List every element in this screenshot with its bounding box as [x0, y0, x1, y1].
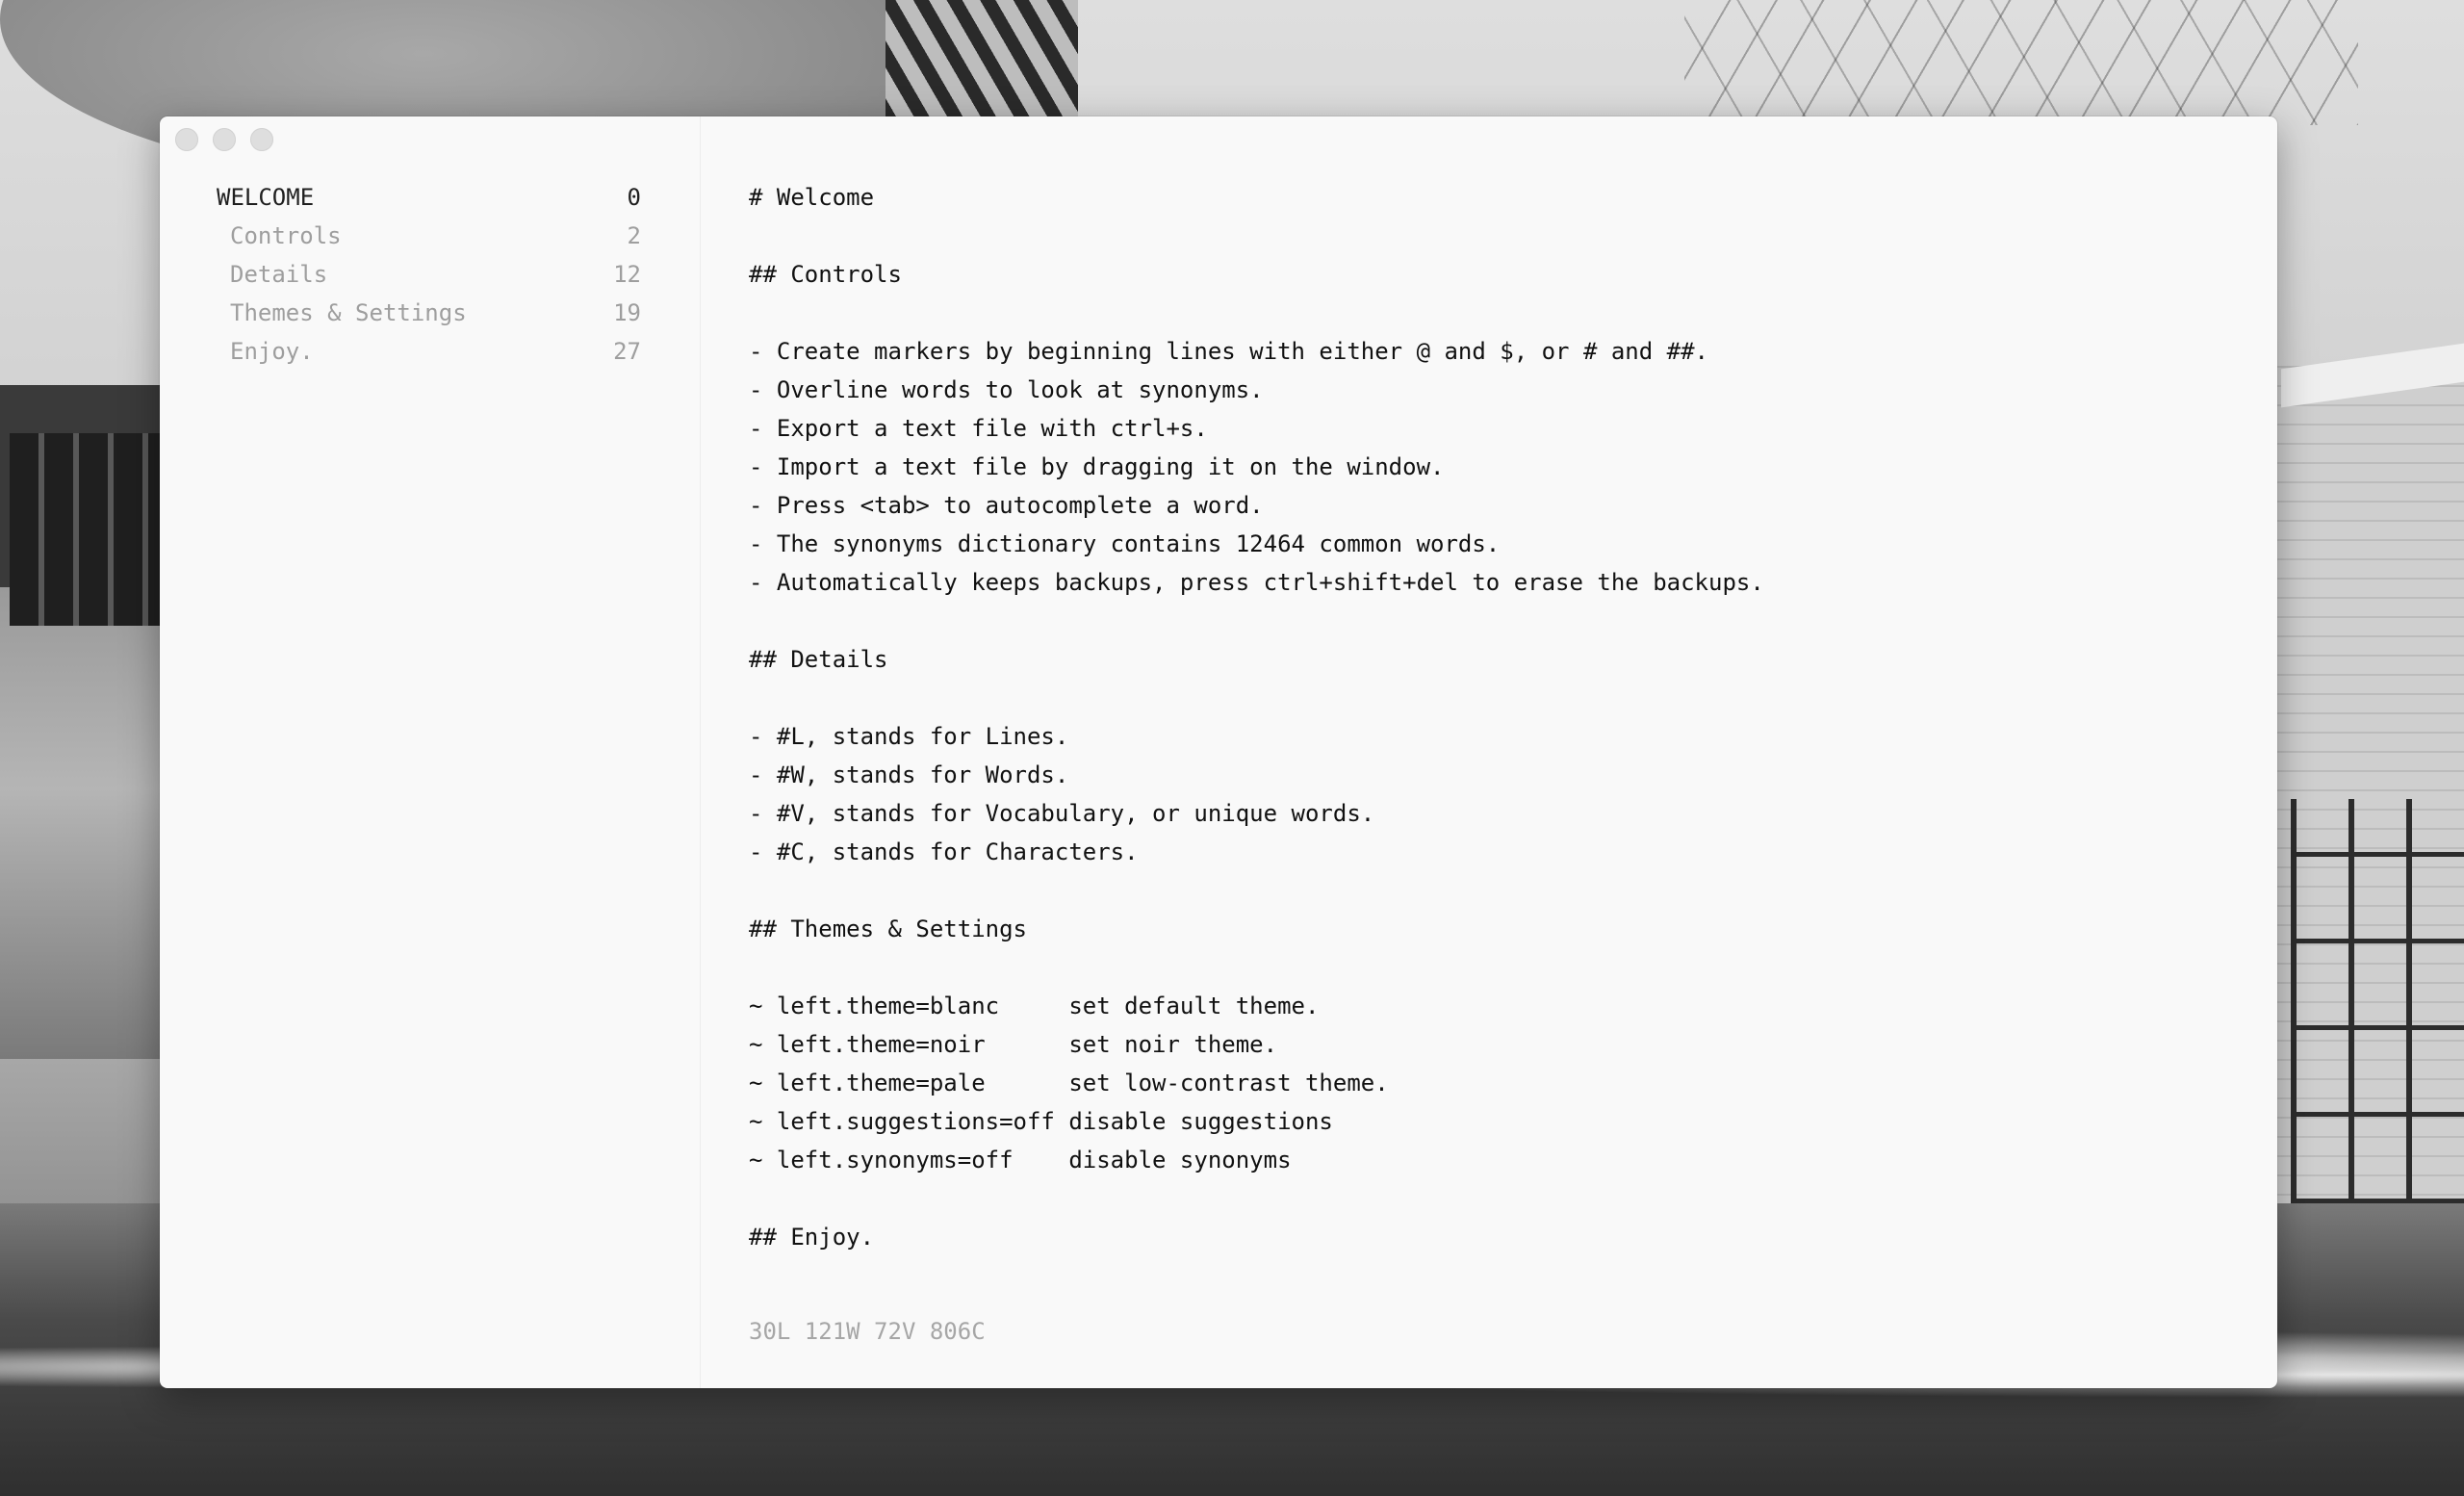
text-line: - Create markers by beginning lines with…: [749, 338, 1708, 365]
heading-line: ## Controls: [749, 261, 902, 288]
text-line: ~ left.theme=pale set low-contrast theme…: [749, 1070, 1389, 1096]
marker-line-number: 2: [627, 222, 641, 249]
text-editor[interactable]: # Welcome ## Controls - Create markers by …: [701, 116, 2277, 1388]
text-line: ~ left.theme=noir set noir theme.: [749, 1031, 1278, 1058]
text-line: [749, 679, 2250, 717]
text-line: ~ left.suggestions=off disable suggestio…: [749, 1108, 1333, 1135]
wallpaper-beam: [886, 0, 1078, 125]
text-line: - Overline words to look at synonyms.: [749, 376, 1264, 403]
marker-item-enjoy[interactable]: Enjoy. 27: [217, 332, 641, 371]
text-line: - #V, stands for Vocabulary, or unique w…: [749, 800, 1375, 827]
text-line: ~ left.synonyms=off disable synonyms: [749, 1147, 1292, 1174]
text-line: - #C, stands for Characters.: [749, 838, 1139, 865]
marker-line-number: 12: [613, 261, 641, 288]
text-line: [749, 294, 2250, 332]
wallpaper-windows: [10, 433, 164, 626]
text-line: - Import a text file by dragging it on t…: [749, 453, 1445, 480]
text-line: - Press <tab> to autocomplete a word.: [749, 492, 1264, 519]
markers-sidebar: WELCOME 0 Controls 2 Details 12 Themes &…: [160, 116, 701, 1388]
marker-item-welcome[interactable]: WELCOME 0: [217, 178, 641, 217]
marker-line-number: 27: [613, 338, 641, 365]
text-line: - Automatically keeps backups, press ctr…: [749, 569, 1764, 596]
heading-line: # Welcome: [749, 184, 875, 211]
marker-item-themes-settings[interactable]: Themes & Settings 19: [217, 294, 641, 332]
text-line: - The synonyms dictionary contains 12464…: [749, 530, 1501, 557]
text-line: [749, 1179, 2250, 1218]
marker-label: Details: [230, 261, 328, 288]
marker-line-number: 0: [627, 184, 641, 211]
marker-line-number: 19: [613, 299, 641, 326]
text-line: - #L, stands for Lines.: [749, 723, 1069, 750]
text-line: [749, 871, 2250, 910]
marker-label: Enjoy.: [230, 338, 314, 365]
editor-textarea[interactable]: # Welcome ## Controls - Create markers by …: [749, 178, 2250, 1256]
wallpaper-building-left: [0, 385, 173, 1059]
text-line: ~ left.theme=blanc set default theme.: [749, 993, 1320, 1019]
text-line: - #W, stands for Words.: [749, 761, 1069, 788]
document-stats: 30L 121W 72V 806C: [749, 1318, 986, 1345]
text-line: [749, 217, 2250, 255]
heading-line: ## Details: [749, 646, 888, 673]
marker-label: Controls: [230, 222, 342, 249]
markers-list: WELCOME 0 Controls 2 Details 12 Themes &…: [217, 178, 641, 371]
marker-item-controls[interactable]: Controls 2: [217, 217, 641, 255]
app-window: WELCOME 0 Controls 2 Details 12 Themes &…: [160, 116, 2277, 1388]
heading-line: ## Enjoy.: [749, 1224, 875, 1251]
marker-item-details[interactable]: Details 12: [217, 255, 641, 294]
marker-label: WELCOME: [217, 184, 315, 211]
text-line: - Export a text file with ctrl+s.: [749, 415, 1208, 442]
wallpaper-tree-branches: [1684, 0, 2358, 125]
wallpaper-fence: [2291, 799, 2464, 1203]
heading-line: ## Themes & Settings: [749, 916, 1027, 942]
marker-label: Themes & Settings: [230, 299, 467, 326]
text-line: [749, 948, 2250, 987]
text-line: [749, 602, 2250, 640]
